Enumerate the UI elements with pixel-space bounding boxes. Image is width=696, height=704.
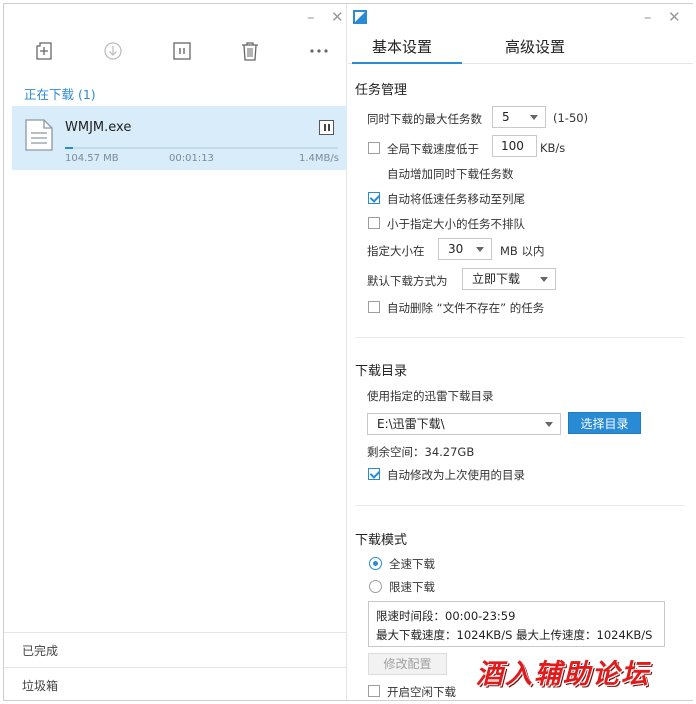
- download-path-value: E:\迅雷下载\: [377, 417, 445, 431]
- speed-below-checkbox[interactable]: [368, 142, 380, 154]
- completed-section[interactable]: 已完成: [4, 632, 347, 666]
- completed-label: 已完成: [22, 644, 59, 658]
- max-tasks-range: (1-50): [553, 111, 589, 125]
- default-mode-value: 立即下载: [472, 272, 521, 286]
- download-task-row[interactable]: WMJM.exe 104.57 MB 00:01:13 1.4MB/s: [12, 106, 347, 170]
- limit-speeds: 最大下载速度：1024KB/S 最大上传速度：1024KB/S: [376, 628, 653, 642]
- task-file-name: WMJM.exe: [65, 120, 132, 135]
- trash-label: 垃圾箱: [22, 679, 59, 693]
- use-dir-label: 使用指定的迅雷下载目录: [367, 389, 494, 403]
- no-queue-small-checkbox[interactable]: [368, 217, 380, 229]
- default-mode-select[interactable]: 立即下载: [462, 268, 556, 290]
- divider: [355, 337, 685, 338]
- move-slow-label: 自动将低速任务移动至列尾: [387, 192, 525, 206]
- size-select[interactable]: 30: [438, 238, 492, 260]
- task-mgmt-title: 任务管理: [355, 83, 408, 98]
- close-icon[interactable]: ✕: [331, 10, 344, 25]
- modify-config-button[interactable]: 修改配置: [368, 653, 447, 675]
- free-space-text: 剩余空间：34.27GB: [367, 445, 475, 459]
- size-value: 30: [448, 242, 464, 256]
- chevron-down-icon: [476, 247, 484, 252]
- speed-below-input[interactable]: 100: [492, 135, 537, 157]
- download-mode-title: 下载模式: [355, 533, 408, 548]
- full-speed-label: 全速下载: [389, 557, 435, 571]
- task-elapsed: 00:01:13: [169, 153, 214, 164]
- speed-below-unit: KB/s: [540, 141, 566, 155]
- auto-modify-checkbox[interactable]: [368, 468, 380, 480]
- settings-tabs: 基本设置 高级设置: [348, 30, 693, 64]
- app-logo-icon: [353, 10, 367, 24]
- chevron-down-icon: [545, 422, 553, 427]
- speed-below-label: 全局下载速度低于: [387, 142, 479, 156]
- auto-delete-checkbox[interactable]: [368, 301, 380, 313]
- task-pause-button[interactable]: [319, 120, 334, 135]
- forum-watermark: 酒入辅助论坛: [476, 659, 650, 690]
- tab-basic-settings[interactable]: 基本设置: [372, 36, 432, 57]
- full-speed-radio[interactable]: [369, 557, 382, 570]
- max-tasks-select[interactable]: 5: [492, 106, 546, 128]
- task-progress-fill: [65, 147, 74, 149]
- download-list-pane: – ✕ 正在下载 (1) WMJM.exe 104.57 MB 00:01:13…: [4, 4, 347, 700]
- speed-limit-info: 限速时间段：00:00-23:59 最大下载速度：1024KB/S 最大上传速度…: [368, 601, 665, 647]
- more-icon[interactable]: [308, 40, 330, 62]
- minimize-icon[interactable]: –: [307, 10, 315, 25]
- choose-dir-button[interactable]: 选择目录: [568, 412, 641, 434]
- default-mode-label: 默认下载方式为: [367, 274, 448, 288]
- auto-modify-label: 自动修改为上次使用的目录: [387, 468, 525, 482]
- task-size: 104.57 MB: [65, 153, 119, 164]
- downloading-section-title[interactable]: 正在下载 (1): [24, 84, 96, 103]
- max-tasks-value: 5: [502, 110, 510, 124]
- file-icon: [25, 119, 53, 151]
- auto-delete-label: 自动删除 “文件不存在” 的任务: [387, 301, 545, 315]
- move-slow-checkbox[interactable]: [368, 192, 380, 204]
- delete-icon[interactable]: [239, 40, 261, 62]
- limited-speed-label: 限速下载: [389, 580, 435, 594]
- task-progress-bar: [65, 147, 338, 149]
- chevron-down-icon: [530, 115, 538, 120]
- settings-close-icon[interactable]: ✕: [668, 10, 681, 25]
- tab-advanced-settings[interactable]: 高级设置: [505, 36, 565, 57]
- download-icon[interactable]: [102, 40, 124, 62]
- limited-speed-radio[interactable]: [369, 580, 382, 593]
- active-tab-indicator: [352, 62, 462, 64]
- chevron-down-icon: [540, 277, 548, 282]
- task-speed: 1.4MB/s: [299, 153, 339, 164]
- limit-time-range: 限速时间段：00:00-23:59: [376, 609, 516, 623]
- settings-pane: – ✕ 基本设置 高级设置 任务管理 同时下载的最大任务数 5 (1-50) 全…: [348, 4, 693, 700]
- divider: [355, 505, 685, 506]
- settings-minimize-icon[interactable]: –: [644, 10, 652, 25]
- download-dir-title: 下载目录: [355, 364, 408, 379]
- add-task-icon[interactable]: [33, 40, 55, 62]
- no-queue-small-label: 小于指定大小的任务不排队: [387, 217, 525, 231]
- idle-download-checkbox[interactable]: [368, 685, 380, 697]
- trash-section[interactable]: 垃圾箱: [4, 667, 347, 701]
- auto-increase-label: 自动增加同时下载任务数: [387, 167, 514, 181]
- pause-icon[interactable]: [171, 40, 193, 62]
- max-tasks-label: 同时下载的最大任务数: [367, 112, 482, 126]
- toolbar: [4, 40, 347, 68]
- download-path-select[interactable]: E:\迅雷下载\: [367, 413, 561, 435]
- size-label: 指定大小在: [367, 244, 425, 258]
- size-unit: MB 以内: [500, 244, 545, 258]
- idle-download-label: 开启空闲下载: [387, 685, 456, 699]
